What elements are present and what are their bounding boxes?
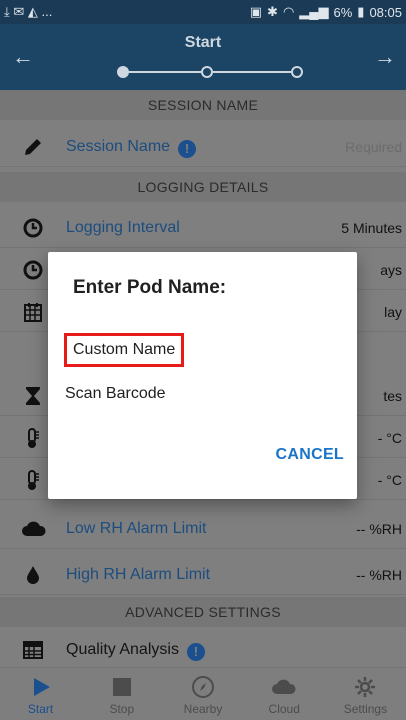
compass-icon — [162, 674, 243, 700]
forward-arrow-icon[interactable]: → — [374, 44, 396, 70]
session-name-value[interactable]: Required — [345, 139, 402, 155]
high-rh-alarm-row[interactable]: High RH Alarm Limit -- %RH — [0, 555, 406, 595]
low-rh-alarm-value: -- %RH — [356, 521, 402, 537]
high-rh-alarm-value: -- %RH — [356, 567, 402, 583]
session-name-label: Session Name! — [66, 138, 197, 158]
gear-icon — [325, 674, 406, 700]
scan-barcode-option[interactable]: Scan Barcode — [65, 385, 166, 403]
low-rh-alarm-label: Low RH Alarm Limit — [66, 520, 207, 537]
nav-cloud[interactable]: Cloud — [244, 668, 325, 720]
bluetooth-icon: ✱ — [267, 4, 278, 19]
section-header-advanced-settings: ADVANCED SETTINGS — [0, 597, 406, 627]
session-name-row[interactable]: Session Name! Required — [0, 127, 406, 167]
step-connector — [213, 71, 291, 73]
signal-icon: ▂▄▆ — [299, 4, 329, 19]
system-status: ▣ ✱ ◠ ▂▄▆ 6% ▮ 08:05 — [250, 4, 402, 20]
battery-percent: 6% — [333, 4, 353, 20]
nav-cloud-label: Cloud — [268, 702, 300, 716]
custom-name-option[interactable]: Custom Name — [64, 333, 185, 367]
battery-icon: ▮ — [357, 4, 365, 19]
logging-duration-value: ays — [380, 262, 402, 278]
calendar-icon — [22, 301, 44, 323]
nav-start-label: Start — [27, 702, 54, 716]
info-icon[interactable]: ! — [186, 643, 205, 661]
app-bar: ← Start → — [0, 24, 406, 90]
custom-name-label[interactable]: Custom Name — [64, 333, 185, 367]
notification-icons: ⤓ ✉ ◭ ... — [4, 4, 52, 20]
quality-analysis-text: Quality Analysis — [66, 641, 179, 658]
low-rh-alarm-row[interactable]: Low RH Alarm Limit -- %RH — [0, 509, 406, 549]
cloud-icon — [22, 518, 46, 540]
hourglass-icon — [22, 385, 44, 407]
logging-interval-value: 5 Minutes — [341, 220, 402, 236]
logging-interval-row[interactable]: Logging Interval 5 Minutes — [0, 208, 406, 248]
clock-icon — [22, 217, 44, 239]
step-dot-current — [117, 66, 129, 78]
nav-settings[interactable]: Settings — [325, 668, 406, 720]
quality-analysis-row[interactable]: Quality Analysis! — [0, 630, 406, 667]
step-connector — [129, 71, 201, 73]
nav-stop[interactable]: Stop — [81, 668, 162, 720]
delay-value: tes — [383, 388, 402, 404]
logging-interval-label: Logging Interval — [66, 219, 180, 236]
nav-nearby-label: Nearby — [183, 702, 223, 716]
droplet-icon — [22, 564, 44, 586]
nav-stop-label: Stop — [109, 702, 135, 716]
session-name-text: Session Name — [66, 138, 171, 155]
info-icon[interactable]: ! — [178, 140, 197, 158]
wifi-icon: ◠ — [282, 4, 295, 19]
calculator-icon — [22, 639, 44, 661]
stop-icon — [81, 674, 162, 700]
nav-settings-label: Settings — [343, 702, 388, 716]
section-header-session-name: SESSION NAME — [0, 90, 406, 120]
clock-icon — [22, 259, 44, 281]
quality-analysis-label: Quality Analysis! — [66, 641, 205, 661]
thermometer-icon — [22, 469, 44, 491]
nav-nearby[interactable]: Nearby — [162, 668, 243, 720]
low-temp-alarm-value: - °C — [377, 430, 402, 446]
cloud-icon — [244, 674, 325, 700]
start-date-value: lay — [384, 304, 402, 320]
step-dot — [291, 66, 303, 78]
step-dot — [201, 66, 213, 78]
thermometer-icon — [22, 427, 44, 449]
high-rh-alarm-label: High RH Alarm Limit — [66, 566, 211, 583]
section-header-logging-details: LOGGING DETAILS — [0, 172, 406, 202]
cancel-button[interactable]: CANCEL — [276, 446, 344, 464]
status-bar: ⤓ ✉ ◭ ... ▣ ✱ ◠ ▂▄▆ 6% ▮ 08:05 — [0, 0, 406, 24]
enter-pod-name-dialog: Enter Pod Name: Custom Name Scan Barcode… — [48, 252, 357, 499]
nav-start[interactable]: Start — [0, 668, 81, 720]
high-temp-alarm-value: - °C — [377, 472, 402, 488]
clock: 08:05 — [369, 4, 402, 20]
notification-icons-text: ⤓ ✉ ◭ ... — [4, 4, 53, 19]
nfc-icon: ▣ — [249, 4, 263, 19]
pencil-icon — [22, 136, 44, 158]
step-indicator — [117, 62, 313, 82]
dialog-title: Enter Pod Name: — [73, 277, 227, 298]
play-icon — [0, 674, 81, 700]
page-title: Start — [184, 34, 222, 51]
bottom-navigation: Start Stop Nearby Cloud Settings — [0, 667, 406, 720]
